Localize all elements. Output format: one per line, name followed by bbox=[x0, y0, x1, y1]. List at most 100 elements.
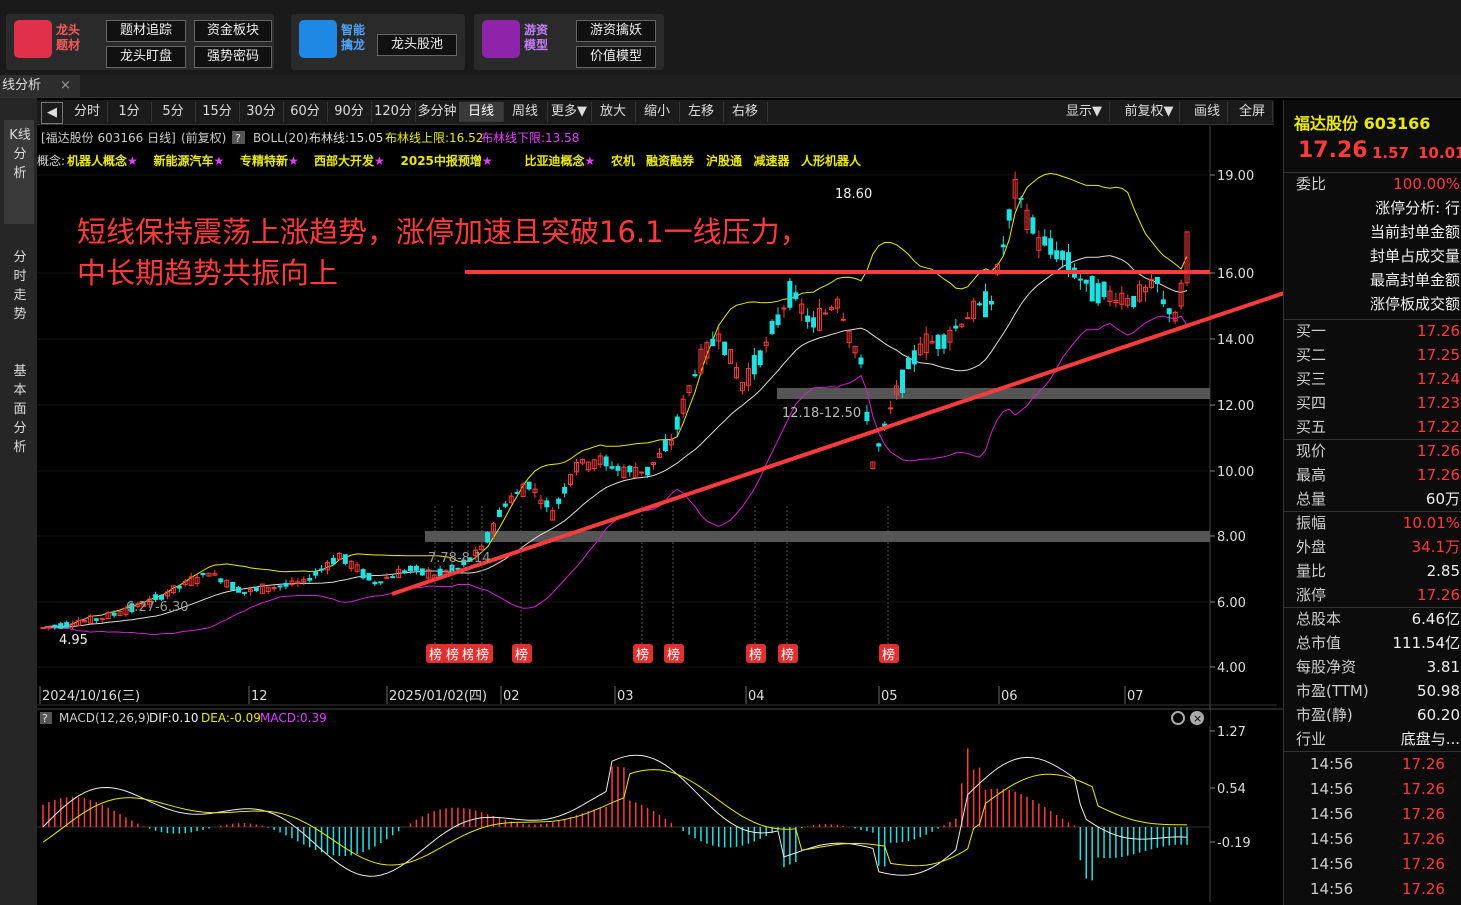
rank-badge-label: 榜 bbox=[429, 647, 442, 663]
period-button[interactable]: 60分 bbox=[283, 102, 328, 122]
strength-code-button[interactable]: 强势密码 bbox=[194, 46, 272, 68]
period-button[interactable]: 更多▼ bbox=[547, 102, 592, 122]
candle-body bbox=[46, 626, 52, 629]
candle-body bbox=[840, 318, 846, 321]
tab-label: 线分析 bbox=[2, 78, 42, 93]
sidebar-item-fundamental[interactable]: 基本面分析 bbox=[9, 362, 31, 457]
quote-value: 17.23 bbox=[1417, 394, 1460, 412]
period-button[interactable]: 日线 bbox=[459, 102, 504, 122]
candle-body bbox=[514, 491, 520, 494]
period-button[interactable]: 15分 bbox=[195, 102, 240, 122]
candle-body bbox=[58, 623, 64, 629]
concepts-label: 概念: bbox=[37, 153, 65, 168]
candle-body bbox=[1095, 283, 1101, 304]
quote-label: 行业 bbox=[1296, 730, 1327, 748]
tick-time: 14:56 bbox=[1310, 780, 1354, 798]
theme-track-button[interactable]: 题材追踪 bbox=[106, 20, 186, 42]
close-icon[interactable]: × bbox=[60, 75, 71, 97]
display-menu-button[interactable]: 显示▼ bbox=[1059, 102, 1110, 122]
hotmoney-demon-button[interactable]: 游资擒妖 bbox=[576, 20, 656, 42]
period-button[interactable]: 分时 bbox=[67, 102, 108, 122]
concept-tag[interactable]: 西部大开发★ bbox=[314, 153, 385, 168]
candle-body bbox=[722, 341, 728, 355]
quote-value: 17.26 bbox=[1417, 442, 1460, 460]
quote-value: 60.20 bbox=[1417, 706, 1460, 724]
period-button[interactable]: 90分 bbox=[327, 102, 372, 122]
candle-body bbox=[236, 586, 242, 593]
adjust-menu-button[interactable]: 前复权▼ bbox=[1119, 102, 1180, 122]
concept-tag[interactable]: 新能源汽车★ bbox=[154, 153, 225, 168]
fundamental-row: 市盈(TTM) 50.98 bbox=[1284, 679, 1461, 703]
period-button[interactable]: 放大 bbox=[591, 102, 636, 122]
candle-body bbox=[988, 300, 994, 305]
period-button[interactable]: 周线 bbox=[503, 102, 548, 122]
concept-tag[interactable]: 农机 bbox=[610, 153, 635, 168]
candle-body bbox=[360, 569, 366, 579]
period-button[interactable]: 缩小 bbox=[635, 102, 680, 122]
draw-line-button[interactable]: 画线 bbox=[1187, 102, 1228, 122]
sidebar-item-timeshare[interactable]: 分时走势 bbox=[9, 248, 31, 324]
period-button[interactable]: 1分 bbox=[107, 102, 152, 122]
value-model-button[interactable]: 价值模型 bbox=[576, 46, 656, 68]
candle-body bbox=[1048, 238, 1054, 255]
candle-body bbox=[822, 312, 828, 315]
candle-body bbox=[283, 582, 289, 587]
y-axis-tick: 6.00 bbox=[1217, 596, 1246, 611]
dragon-watch-button[interactable]: 龙头盯盘 bbox=[106, 46, 186, 68]
stock-name-code: 福达股份 603166 bbox=[1294, 114, 1431, 133]
concept-tag[interactable]: 机器人概念★ bbox=[67, 153, 138, 168]
y-axis-tick: 4.00 bbox=[1217, 661, 1246, 676]
candle-body bbox=[40, 627, 46, 630]
candle-body bbox=[692, 374, 698, 377]
date-label: 2024/10/16(三) bbox=[42, 689, 140, 704]
period-button[interactable]: 多分钟 bbox=[415, 102, 460, 122]
candle-body bbox=[1060, 250, 1066, 260]
period-button[interactable]: 30分 bbox=[239, 102, 284, 122]
candle-body bbox=[905, 357, 911, 370]
macd-axis-tick: 0.54 bbox=[1217, 782, 1246, 797]
tab-kline-analysis[interactable]: 线分析 × bbox=[0, 75, 80, 97]
quote-value: 2.85 bbox=[1426, 562, 1460, 580]
macd-axis-tick: -0.19 bbox=[1217, 836, 1251, 851]
quote-row: 涨停分析: 行 bbox=[1284, 196, 1461, 220]
rank-badge-label: 榜 bbox=[636, 647, 649, 663]
quote-label: 最高 bbox=[1296, 466, 1327, 484]
quote-value: 50.98 bbox=[1417, 682, 1460, 700]
concept-tag[interactable]: 专精特新★ bbox=[240, 153, 299, 168]
candle-body bbox=[1101, 281, 1107, 298]
concept-tag[interactable]: 比亚迪概念★ bbox=[525, 153, 596, 168]
fund-sector-button[interactable]: 资金板块 bbox=[194, 20, 272, 42]
date-label: 05 bbox=[881, 689, 898, 704]
sidebar-item-kline[interactable]: K线分析 bbox=[9, 126, 31, 183]
concept-tag[interactable]: 减速器 bbox=[754, 153, 791, 168]
candle-body bbox=[1018, 197, 1024, 200]
zone1-label: 6.27-6.30 bbox=[126, 600, 189, 615]
candle-body bbox=[402, 570, 408, 574]
period-button[interactable]: 5分 bbox=[151, 102, 196, 122]
tick-row: 14:56 17.26 bbox=[1284, 827, 1461, 852]
bid-row: 买三 17.24 bbox=[1284, 367, 1461, 391]
period-button[interactable]: 右移 bbox=[723, 102, 768, 122]
kline-chart[interactable]: 19.0016.0014.0012.0010.008.006.004.00 榜榜… bbox=[37, 126, 1283, 905]
candle-body bbox=[982, 291, 988, 318]
boll-mid-value: 布林线:15.05 bbox=[309, 131, 383, 145]
concept-tag[interactable]: 沪股通 bbox=[706, 153, 742, 168]
candle-body bbox=[277, 585, 283, 588]
collapse-left-icon[interactable]: ◀ bbox=[41, 102, 63, 124]
rank-badge-label: 榜 bbox=[476, 647, 489, 663]
fullscreen-button[interactable]: 全屏 bbox=[1232, 102, 1273, 122]
period-button[interactable]: 120分 bbox=[371, 102, 416, 122]
concept-tag[interactable]: 2025中报预增★ bbox=[401, 153, 493, 168]
candle-body bbox=[1083, 279, 1089, 284]
candle-body bbox=[787, 280, 793, 308]
concept-tag[interactable]: 融资融券 bbox=[646, 153, 695, 168]
period-button[interactable]: 左移 bbox=[679, 102, 724, 122]
candle-body bbox=[603, 456, 609, 467]
tick-price: 17.26 bbox=[1402, 880, 1445, 898]
concept-tag[interactable]: 人形机器人 bbox=[801, 153, 862, 168]
candle-body bbox=[751, 355, 757, 375]
tab-row bbox=[0, 75, 1461, 98]
dragon-pool-button[interactable]: 龙头股池 bbox=[377, 34, 457, 56]
candle-body bbox=[710, 338, 716, 347]
candle-body bbox=[1042, 236, 1048, 246]
